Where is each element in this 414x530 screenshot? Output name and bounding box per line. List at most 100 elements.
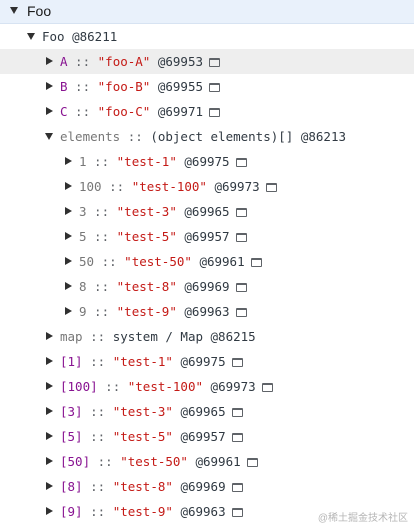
store-as-global-icon[interactable] [261,383,273,392]
tree-row-content: B :: "foo-B" @69955 [60,74,221,99]
tree-row[interactable]: 5 :: "test-5" @69957 [0,224,414,249]
tree-row[interactable]: 1 :: "test-1" @69975 [0,149,414,174]
separator: :: [82,504,113,519]
tree-row[interactable]: [50] :: "test-50" @69961 [0,449,414,474]
store-as-global-icon[interactable] [209,108,221,117]
property-value: "test-100" [131,179,207,194]
property-key: [9] [60,504,83,519]
object-id: @69957 [180,429,226,444]
separator: :: [97,379,128,394]
expand-arrow-icon[interactable] [45,133,53,140]
collapse-arrow-icon[interactable] [65,182,72,190]
collapse-arrow-icon[interactable] [46,357,53,365]
tree-row-content: 9 :: "test-9" @69963 [79,299,247,324]
collapse-arrow-icon[interactable] [46,457,53,465]
property-key: [1] [60,354,83,369]
tree-row[interactable]: [3] :: "test-3" @69965 [0,399,414,424]
store-as-global-icon[interactable] [231,433,243,442]
property-value: "foo-C" [97,104,151,119]
tree-row[interactable]: 8 :: "test-8" @69969 [0,274,414,299]
collapse-arrow-icon[interactable] [46,507,53,515]
tree-row[interactable]: [1] :: "test-1" @69975 [0,349,414,374]
expand-arrow-icon[interactable] [27,33,35,40]
object-id: @69975 [180,354,226,369]
tree-row-content: [100] :: "test-100" @69973 [60,374,273,399]
object-id: @69963 [180,504,226,519]
collapse-arrow-icon[interactable] [65,207,72,215]
tree-row[interactable]: 50 :: "test-50" @69961 [0,249,414,274]
store-as-global-icon[interactable] [235,308,247,317]
property-value: "test-9" [112,504,173,519]
tree-row[interactable]: elements :: (object elements)[] @86213 [0,124,414,149]
tree-row[interactable]: C :: "foo-C" @69971 [0,99,414,124]
tree-row-content: 100 :: "test-100" @69973 [79,174,277,199]
store-as-global-icon[interactable] [235,208,247,217]
store-as-global-icon[interactable] [265,183,277,192]
property-value: "test-8" [116,279,177,294]
section-title: Foo [27,3,52,19]
store-as-global-icon[interactable] [250,258,262,267]
store-as-global-icon[interactable] [235,158,247,167]
store-as-global-icon[interactable] [209,83,221,92]
expand-arrow-icon[interactable] [10,7,18,14]
store-as-global-icon[interactable] [231,508,243,517]
collapse-arrow-icon[interactable] [65,157,72,165]
property-value: "test-3" [116,204,177,219]
tree-row-content: [1] :: "test-1" @69975 [60,349,243,374]
store-as-global-icon[interactable] [235,233,247,242]
separator: :: [101,179,132,194]
section-header-foo[interactable]: Foo [0,0,414,24]
tree-row[interactable]: 3 :: "test-3" @69965 [0,199,414,224]
property-key: 100 [79,179,102,194]
collapse-arrow-icon[interactable] [46,332,53,340]
tree-row[interactable]: [5] :: "test-5" @69957 [0,424,414,449]
object-id: @69957 [184,229,230,244]
property-value: "test-5" [116,229,177,244]
tree-row[interactable]: 9 :: "test-9" @69963 [0,299,414,324]
collapse-arrow-icon[interactable] [46,482,53,490]
object-id: @69961 [199,254,245,269]
store-as-global-icon[interactable] [231,358,243,367]
property-value: "test-5" [112,429,173,444]
property-key: B [60,79,68,94]
tree-row[interactable]: map :: system / Map @86215 [0,324,414,349]
separator: :: [86,304,117,319]
collapse-arrow-icon[interactable] [46,82,53,90]
tree-row[interactable]: A :: "foo-A" @69953 [0,49,414,74]
property-key: map [60,329,83,344]
tree-row-content: 3 :: "test-3" @69965 [79,199,247,224]
property-key: [3] [60,404,83,419]
tree-row[interactable]: 100 :: "test-100" @69973 [0,174,414,199]
property-value: "test-100" [127,379,204,394]
separator: :: [94,254,125,269]
property-value: "test-3" [112,404,173,419]
collapse-arrow-icon[interactable] [65,282,72,290]
tree-row-content: [3] :: "test-3" @69965 [60,399,243,424]
collapse-arrow-icon[interactable] [46,107,53,115]
collapse-arrow-icon[interactable] [65,232,72,240]
property-key: 50 [79,254,95,269]
object-id: @69971 [157,104,204,119]
collapse-arrow-icon[interactable] [46,407,53,415]
tree-row-content: A :: "foo-A" @69953 [60,49,221,74]
store-as-global-icon[interactable] [231,483,243,492]
tree-row[interactable]: [100] :: "test-100" @69973 [0,374,414,399]
property-key: 9 [79,304,87,319]
property-key: [100] [60,379,98,394]
collapse-arrow-icon[interactable] [46,382,53,390]
separator: :: [82,479,113,494]
tree-root-row[interactable]: Foo @86211 [0,24,414,49]
collapse-arrow-icon[interactable] [65,307,72,315]
collapse-arrow-icon[interactable] [46,432,53,440]
store-as-global-icon[interactable] [246,458,258,467]
tree-row[interactable]: B :: "foo-B" @69955 [0,74,414,99]
collapse-arrow-icon[interactable] [46,57,53,65]
tree-row[interactable]: [8] :: "test-8" @69969 [0,474,414,499]
store-as-global-icon[interactable] [235,283,247,292]
property-key: [5] [60,429,83,444]
property-key: C [60,104,68,119]
object-id: @86215 [210,329,256,344]
collapse-arrow-icon[interactable] [65,257,72,265]
store-as-global-icon[interactable] [209,58,221,67]
store-as-global-icon[interactable] [231,408,243,417]
